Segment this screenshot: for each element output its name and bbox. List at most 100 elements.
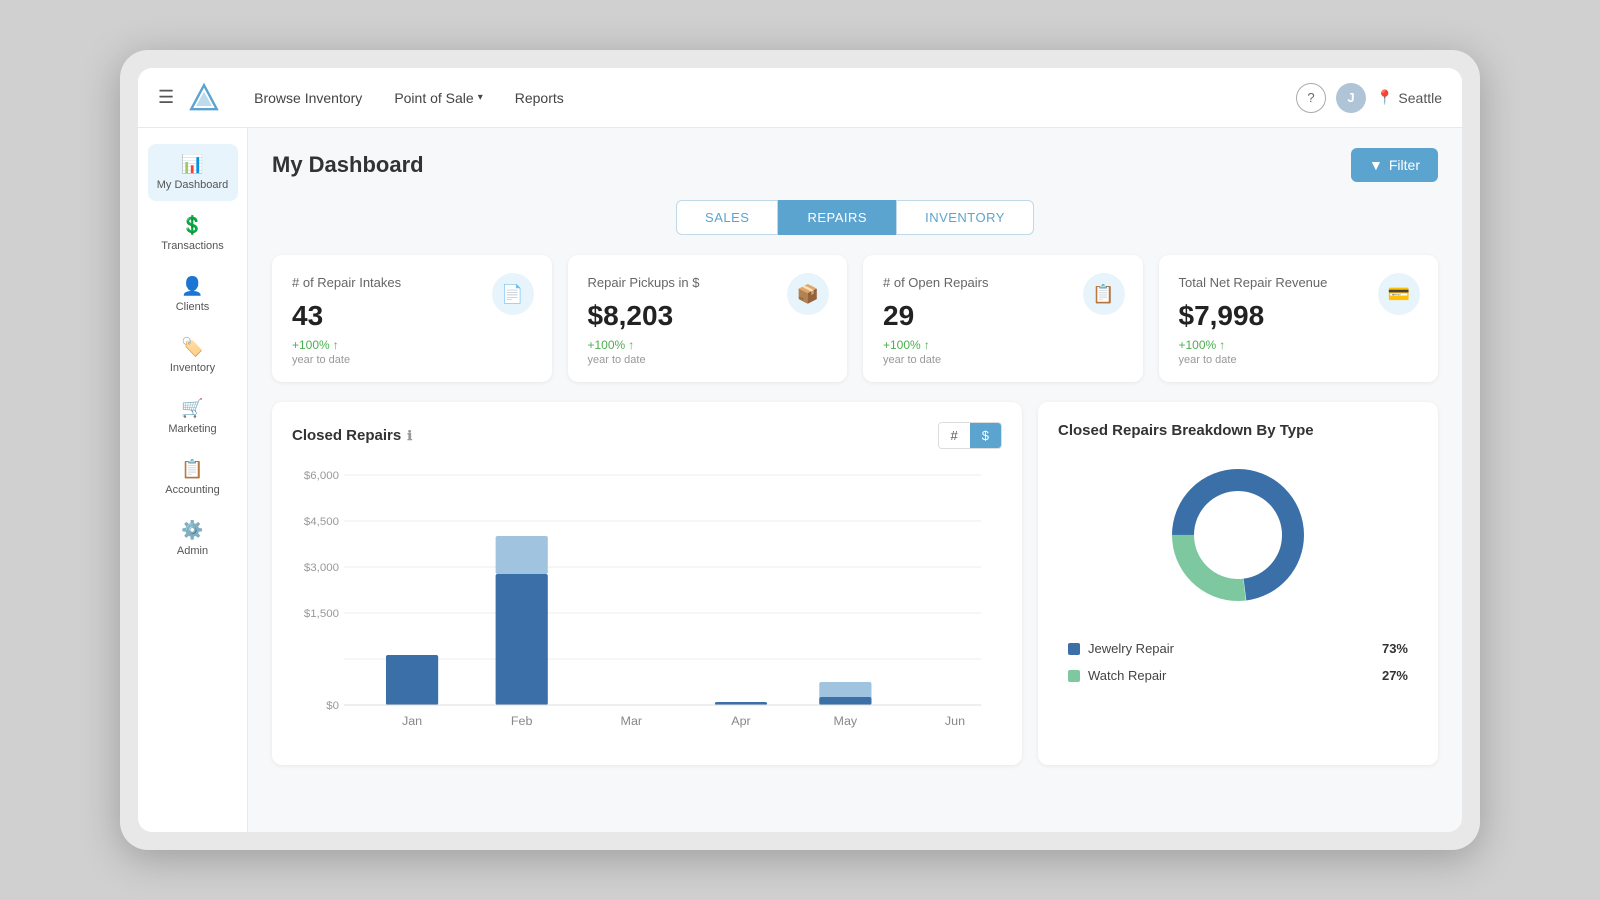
legend-watch-repair: Watch Repair 27% (1068, 662, 1408, 689)
location-pin-icon: 📍 (1376, 89, 1393, 106)
stat-cards: # of Repair Intakes 43 +100% ↑ year to d… (272, 255, 1438, 382)
hamburger-icon[interactable]: ☰ (158, 87, 174, 108)
stat-icon-repair-intakes: 📄 (492, 273, 534, 315)
stat-period-net-revenue: year to date (1179, 354, 1419, 366)
sidebar: 📊 My Dashboard 💲 Transactions 👤 Clients … (138, 128, 248, 832)
help-button[interactable]: ? (1296, 83, 1326, 113)
filter-icon: ▼ (1369, 157, 1383, 173)
sidebar-item-accounting[interactable]: 📋 Accounting (148, 449, 238, 506)
transactions-icon: 💲 (181, 215, 203, 236)
svg-text:$4,500: $4,500 (304, 516, 339, 528)
svg-text:Apr: Apr (731, 714, 750, 728)
dropdown-icon: ▾ (478, 92, 483, 103)
bar-chart-svg: $6,000 $4,500 $3,000 $1,500 $0 (292, 465, 1002, 745)
chart-header: Closed Repairs ℹ # $ (292, 422, 1002, 449)
svg-text:$0: $0 (326, 700, 339, 712)
sidebar-label-transactions: Transactions (161, 240, 224, 252)
stat-period-repair-intakes: year to date (292, 354, 532, 366)
stat-period-repair-pickups: year to date (588, 354, 828, 366)
svg-text:Feb: Feb (511, 714, 533, 728)
page-title: My Dashboard (272, 152, 424, 178)
sidebar-label-marketing: Marketing (168, 423, 216, 435)
stat-period-open-repairs: year to date (883, 354, 1123, 366)
bar-chart-area: $6,000 $4,500 $3,000 $1,500 $0 (292, 465, 1002, 745)
donut-legend: Jewelry Repair 73% Watch Repair 27% (1058, 635, 1418, 689)
nav-reports[interactable]: Reports (501, 82, 578, 114)
page-header: My Dashboard ▼ Filter (272, 148, 1438, 182)
accounting-icon: 📋 (181, 459, 203, 480)
nav-point-of-sale[interactable]: Point of Sale ▾ (380, 82, 496, 114)
nav-browse-inventory[interactable]: Browse Inventory (240, 82, 376, 114)
svg-text:Jun: Jun (945, 714, 965, 728)
jewelry-label: Jewelry Repair (1088, 641, 1174, 656)
top-nav: ☰ Browse Inventory Point of Sale ▾ Repor… (138, 68, 1462, 128)
donut-title: Closed Repairs Breakdown By Type (1058, 422, 1418, 439)
nav-right: ? J 📍 Seattle (1296, 83, 1442, 113)
clients-icon: 👤 (181, 276, 203, 297)
tab-inventory[interactable]: INVENTORY (896, 200, 1034, 235)
toggle-hash-button[interactable]: # (939, 423, 970, 448)
svg-text:$6,000: $6,000 (304, 470, 339, 482)
donut-svg (1158, 455, 1318, 615)
tab-sales[interactable]: SALES (676, 200, 778, 235)
donut-chart-card: Closed Repairs Breakdown By Type (1038, 402, 1438, 765)
marketing-icon: 🛒 (181, 398, 203, 419)
stat-change-repair-intakes: +100% ↑ (292, 338, 532, 352)
stat-icon-open-repairs: 📋 (1083, 273, 1125, 315)
sidebar-item-admin[interactable]: ⚙️ Admin (148, 510, 238, 567)
arrow-up-icon: ↑ (628, 338, 634, 352)
tab-repairs[interactable]: REPAIRS (778, 200, 896, 235)
closed-repairs-chart-card: Closed Repairs ℹ # $ (272, 402, 1022, 765)
location-selector[interactable]: 📍 Seattle (1376, 89, 1442, 106)
stat-card-net-revenue: Total Net Repair Revenue $7,998 +100% ↑ … (1159, 255, 1439, 382)
svg-text:Jan: Jan (402, 714, 422, 728)
avatar[interactable]: J (1336, 83, 1366, 113)
stat-change-repair-pickups: +100% ↑ (588, 338, 828, 352)
svg-text:May: May (834, 714, 859, 728)
arrow-up-icon: ↑ (1219, 338, 1225, 352)
sidebar-label-clients: Clients (176, 301, 210, 313)
stat-card-repair-intakes: # of Repair Intakes 43 +100% ↑ year to d… (272, 255, 552, 382)
stat-card-repair-pickups: Repair Pickups in $ $8,203 +100% ↑ year … (568, 255, 848, 382)
logo-icon (188, 82, 220, 114)
donut-area (1058, 455, 1418, 615)
info-icon: ℹ (407, 428, 412, 444)
sidebar-item-dashboard[interactable]: 📊 My Dashboard (148, 144, 238, 201)
stat-icon-net-revenue: 💳 (1378, 273, 1420, 315)
dashboard-icon: 📊 (181, 154, 203, 175)
watch-pct: 27% (1382, 668, 1408, 683)
sidebar-item-transactions[interactable]: 💲 Transactions (148, 205, 238, 262)
stat-icon-repair-pickups: 📦 (787, 273, 829, 315)
stat-change-open-repairs: +100% ↑ (883, 338, 1123, 352)
watch-label: Watch Repair (1088, 668, 1166, 683)
stat-card-open-repairs: # of Open Repairs 29 +100% ↑ year to dat… (863, 255, 1143, 382)
arrow-up-icon: ↑ (924, 338, 930, 352)
jewelry-dot (1068, 643, 1080, 655)
tab-bar: SALES REPAIRS INVENTORY (272, 200, 1438, 235)
sidebar-label-dashboard: My Dashboard (157, 179, 229, 191)
sidebar-item-marketing[interactable]: 🛒 Marketing (148, 388, 238, 445)
chart-toggle: # $ (938, 422, 1002, 449)
sidebar-label-accounting: Accounting (165, 484, 219, 496)
main-content: My Dashboard ▼ Filter SALES REPAIRS INVE… (248, 128, 1462, 832)
sidebar-item-clients[interactable]: 👤 Clients (148, 266, 238, 323)
watch-dot (1068, 670, 1080, 682)
main-layout: 📊 My Dashboard 💲 Transactions 👤 Clients … (138, 128, 1462, 832)
sidebar-label-admin: Admin (177, 545, 208, 557)
device-screen: ☰ Browse Inventory Point of Sale ▾ Repor… (138, 68, 1462, 832)
legend-jewelry-repair: Jewelry Repair 73% (1068, 635, 1408, 662)
nav-links: Browse Inventory Point of Sale ▾ Reports (240, 82, 1296, 114)
arrow-up-icon: ↑ (333, 338, 339, 352)
filter-button[interactable]: ▼ Filter (1351, 148, 1438, 182)
admin-icon: ⚙️ (181, 520, 203, 541)
svg-text:$3,000: $3,000 (304, 562, 339, 574)
sidebar-label-inventory: Inventory (170, 362, 215, 374)
device-frame: ☰ Browse Inventory Point of Sale ▾ Repor… (120, 50, 1480, 850)
toggle-dollar-button[interactable]: $ (970, 423, 1001, 448)
sidebar-item-inventory[interactable]: 🏷️ Inventory (148, 327, 238, 384)
svg-text:Mar: Mar (621, 714, 643, 728)
svg-text:$1,500: $1,500 (304, 608, 339, 620)
inventory-icon: 🏷️ (181, 337, 203, 358)
chart-title: Closed Repairs ℹ (292, 427, 412, 444)
jewelry-pct: 73% (1382, 641, 1408, 656)
